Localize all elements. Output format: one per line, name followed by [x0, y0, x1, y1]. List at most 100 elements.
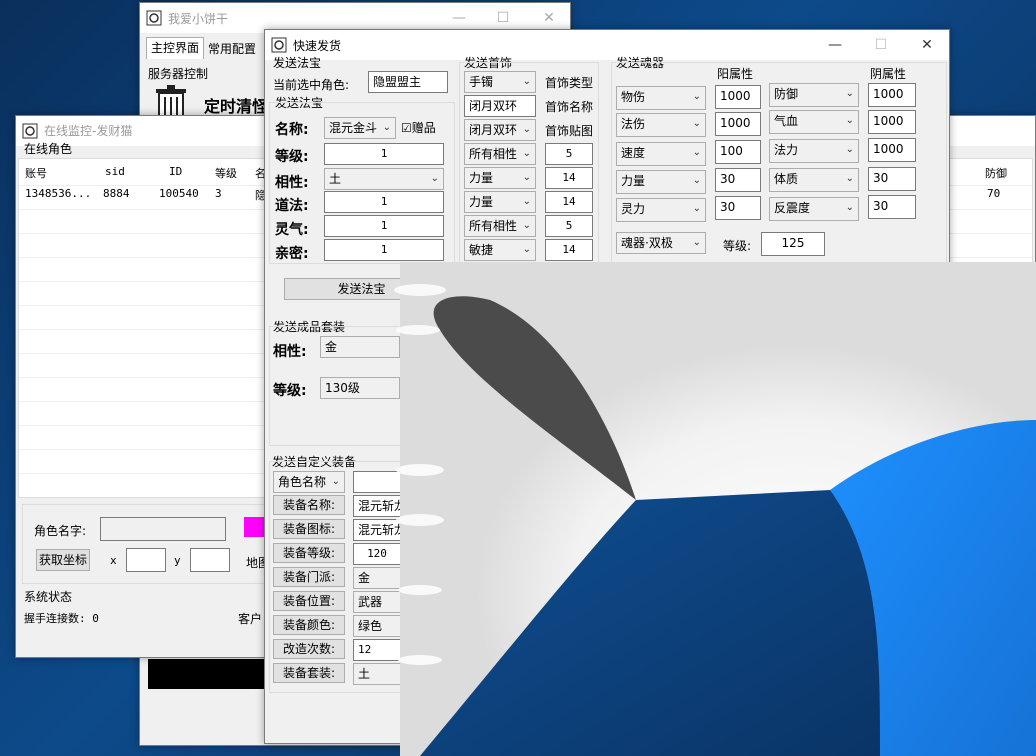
treasure-spirit-input[interactable]: 1 [324, 215, 444, 237]
custom-role-select[interactable]: 角色名称 ⌄ [273, 471, 345, 493]
custom-field-input[interactable]: 120 [353, 543, 401, 565]
soul-yin-value[interactable]: 1000 [868, 138, 916, 162]
tab-common-config[interactable]: 常用配置 [204, 39, 260, 59]
soul-yin-select[interactable]: 法力 ⌄ [769, 139, 859, 163]
custom-field-select[interactable]: 武器 [353, 591, 401, 613]
role-name-label: 角色名字: [34, 524, 87, 538]
treasure-level-input[interactable]: 1 [324, 143, 444, 165]
column-header-account[interactable]: 账号 [25, 165, 47, 181]
soul-yang-select[interactable]: 法伤 ⌄ [616, 113, 706, 137]
custom-field-button[interactable]: 改造次数: [273, 639, 345, 659]
custom-field-button[interactable]: 装备套装: [273, 663, 345, 683]
jewelry-attr-value[interactable]: 14 [545, 191, 593, 213]
yin-label: 阴属性 [870, 67, 907, 81]
quick-window-titlebar: 快速发货 — ☐ ✕ [265, 30, 949, 60]
send-treasure-button[interactable]: 发送法宝 [284, 278, 439, 300]
y-label: y [174, 554, 181, 567]
jewelry-attr-value[interactable]: 5 [545, 215, 593, 237]
soul-yang-value[interactable]: 30 [715, 196, 761, 220]
cell-defense: 70 [987, 187, 1001, 200]
treasure-intimacy-input[interactable]: 1 [324, 239, 444, 261]
soul-yin-value[interactable]: 30 [868, 167, 916, 191]
treasure-dao-label: 道法: [275, 198, 309, 214]
color-swatch-button[interactable] [244, 517, 266, 537]
soul-yin-select[interactable]: 防御 ⌄ [769, 83, 859, 107]
cell-level: 3 [215, 187, 222, 200]
soul-yang-select[interactable]: 力量 ⌄ [616, 170, 706, 194]
soul-level-input[interactable]: 125 [761, 232, 825, 256]
soul-yin-select[interactable]: 反震度 ⌄ [769, 197, 859, 221]
treasure-level-label: 等级: [275, 149, 309, 165]
custom-field-button[interactable]: 装备图标: [273, 519, 345, 539]
main-window-title: 我爱小饼干 [168, 12, 229, 26]
jewelry-attr-select[interactable]: 所有相性 ⌄ [464, 215, 536, 237]
treasure-phase-label: 相性: [275, 175, 309, 191]
y-input[interactable] [190, 548, 230, 572]
custom-field-input[interactable]: 混元斩龙 [353, 495, 401, 517]
timer-clear-label[interactable]: 定时清怪 [204, 93, 268, 117]
jewelry-attr-select[interactable]: 力量 ⌄ [464, 191, 536, 213]
app-icon [271, 37, 287, 53]
treasure-name-select[interactable]: 混元金斗 ⌄ [324, 117, 396, 139]
yang-label: 阳属性 [717, 67, 754, 81]
cell-account: 1348536... [25, 187, 92, 200]
soul-yin-select[interactable]: 气血 ⌄ [769, 110, 859, 134]
jewelry-attr-select[interactable]: 力量 ⌄ [464, 167, 536, 189]
minimize-icon[interactable]: — [812, 30, 858, 60]
custom-role-input[interactable] [353, 471, 401, 493]
soul-type-select[interactable]: 魂器·双极 ⌄ [616, 232, 706, 254]
gift-checkbox[interactable]: ☑赠品 [401, 119, 436, 136]
soul-yang-value[interactable]: 100 [715, 140, 761, 164]
soul-yang-select[interactable]: 灵力 ⌄ [616, 198, 706, 222]
treasure-phase-select[interactable]: 土 ⌄ [324, 168, 444, 190]
current-role-field[interactable]: 隐盟盟主 [368, 71, 448, 93]
jewelry-attr-select[interactable]: 敏捷 ⌄ [464, 239, 536, 261]
jewelry-attr-value[interactable]: 14 [545, 167, 593, 189]
x-label: x [110, 554, 117, 567]
jewelry-attr-value[interactable]: 14 [545, 239, 593, 261]
custom-field-input[interactable]: 12 [353, 639, 401, 661]
soul-yang-value[interactable]: 1000 [715, 112, 761, 136]
soul-yin-select[interactable]: 体质 ⌄ [769, 168, 859, 192]
suit-phase-select[interactable]: 金 [320, 336, 400, 358]
column-header-id[interactable]: ID [169, 165, 182, 178]
custom-field-button[interactable]: 装备名称: [273, 495, 345, 515]
treasure-spirit-label: 灵气: [275, 222, 309, 238]
column-header-defense[interactable]: 防御 [985, 165, 1007, 181]
jewelry-attr-value[interactable]: 5 [545, 143, 593, 165]
console-black-area [148, 659, 268, 689]
soul-level-label: 等级: [723, 239, 752, 253]
role-name-input[interactable] [100, 517, 226, 541]
suit-level-select[interactable]: 130级 [320, 377, 400, 399]
soul-yang-select[interactable]: 物伤 ⌄ [616, 86, 706, 110]
custom-field-button[interactable]: 装备颜色: [273, 615, 345, 635]
maximize-icon[interactable]: ☐ [858, 30, 904, 60]
soul-yang-select[interactable]: 速度 ⌄ [616, 142, 706, 166]
soul-yang-value[interactable]: 1000 [715, 85, 761, 109]
jewelry-type-select[interactable]: 手镯 ⌄ [464, 71, 536, 93]
custom-field-select[interactable]: 土 [353, 663, 401, 685]
custom-field-button[interactable]: 装备等级: [273, 543, 345, 563]
quick-window-title: 快速发货 [293, 39, 342, 53]
custom-field-input[interactable]: 混元斩龙 [353, 519, 401, 541]
soul-yin-value[interactable]: 30 [868, 195, 916, 219]
close-icon[interactable]: ✕ [904, 30, 950, 60]
x-input[interactable] [126, 548, 166, 572]
soul-yin-value[interactable]: 1000 [868, 110, 916, 134]
column-header-level[interactable]: 等级 [215, 165, 237, 181]
custom-field-button[interactable]: 装备门派: [273, 567, 345, 587]
soul-yang-value[interactable]: 30 [715, 168, 761, 192]
treasure-dao-input[interactable]: 1 [324, 191, 444, 213]
tab-main-control[interactable]: 主控界面 [146, 37, 205, 59]
treasure-name-label: 名称: [275, 122, 309, 138]
jewelry-name-input[interactable]: 闭月双环 [464, 95, 536, 117]
custom-field-select[interactable]: 绿色 [353, 615, 401, 637]
current-role-label: 当前选中角色: [273, 78, 350, 92]
soul-yin-value[interactable]: 1000 [868, 83, 916, 107]
get-coords-button[interactable]: 获取坐标 [36, 549, 90, 571]
jewelry-sticker-select[interactable]: 闭月双环 ⌄ [464, 119, 536, 141]
column-header-sid[interactable]: sid [105, 165, 125, 178]
custom-field-select[interactable]: 金 [353, 567, 401, 589]
custom-field-button[interactable]: 装备位置: [273, 591, 345, 611]
jewelry-attr-select[interactable]: 所有相性 ⌄ [464, 143, 536, 165]
